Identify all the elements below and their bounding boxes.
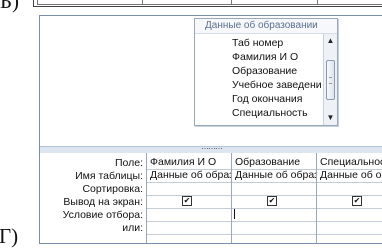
query-grid: Поле: Имя таблицы: Сортировка: Вывод на … xyxy=(40,153,382,243)
sort-cell[interactable] xyxy=(147,182,232,196)
or-cell[interactable] xyxy=(317,221,382,235)
option-letter-g: Г) xyxy=(0,224,19,248)
row-label-criteria: Условие отбора: xyxy=(62,209,143,221)
field-cell-value: Образование xyxy=(235,156,301,168)
sort-cell[interactable] xyxy=(317,182,382,196)
show-cell: ✔ xyxy=(317,195,382,209)
field-item[interactable]: Фамилия И О xyxy=(232,51,298,64)
table-cell-value: Данные об образовании xyxy=(320,169,382,181)
table-box-title[interactable]: Данные об образовании xyxy=(195,19,337,34)
show-checkbox[interactable]: ✔ xyxy=(352,196,362,206)
field-cell-value: Специальность xyxy=(320,156,382,168)
row-label-sort: Сортировка: xyxy=(82,183,143,195)
field-item[interactable]: Специальность xyxy=(232,107,308,120)
table-cell[interactable]: Данные об образовании xyxy=(147,169,232,183)
grid-column: Фамилия И О Данные об образовании ✔ xyxy=(146,153,232,243)
row-label-table: Имя таблицы: xyxy=(75,170,143,182)
show-cell: ✔ xyxy=(232,195,317,209)
table-cell[interactable]: Данные об образовании xyxy=(232,169,317,183)
scroll-up-icon[interactable]: ▲ xyxy=(325,36,336,46)
or-cell[interactable] xyxy=(232,221,317,235)
table-column-divider xyxy=(317,0,318,4)
row-label-show: Вывод на экран: xyxy=(63,196,143,208)
field-item[interactable]: Таб номер xyxy=(232,37,283,50)
field-list: Таб номер Фамилия И О Образование Учебно… xyxy=(195,34,321,125)
query-designer: Данные об образовании Таб номер Фамилия … xyxy=(39,15,382,244)
show-checkbox[interactable]: ✔ xyxy=(182,196,192,206)
field-list-scrollbar[interactable]: ▲ ▼ xyxy=(323,34,337,125)
table-box-data-about-education[interactable]: Данные об образовании Таб номер Фамилия … xyxy=(194,18,338,126)
criteria-cell[interactable] xyxy=(317,208,382,222)
table-cell-value: Данные об образовании xyxy=(150,169,232,181)
field-item[interactable]: Учебное заведение xyxy=(232,79,321,92)
row-label-field: Поле: xyxy=(114,157,143,169)
criteria-cell[interactable] xyxy=(232,208,317,222)
scroll-down-icon[interactable]: ▼ xyxy=(325,113,336,123)
table-frame xyxy=(37,0,382,5)
field-cell-value: Фамилия И О xyxy=(150,156,217,168)
option-letter-b: Б) xyxy=(0,0,20,13)
field-cell[interactable]: Специальность xyxy=(317,156,382,170)
field-cell[interactable]: Фамилия И О xyxy=(147,156,232,170)
splitter-grip-icon[interactable]: ⋯⋯⋯ xyxy=(201,144,223,153)
table-cell[interactable]: Данные об образовании xyxy=(317,169,382,183)
field-item[interactable]: Образование xyxy=(232,65,297,78)
grid-column: Образование Данные об образовании ✔ xyxy=(231,153,317,243)
table-pane: Данные об образовании Таб номер Фамилия … xyxy=(40,16,382,146)
table-cell-value: Данные об образовании xyxy=(235,169,317,181)
sort-cell[interactable] xyxy=(232,182,317,196)
field-cell[interactable]: Образование xyxy=(232,156,317,170)
previous-table-fragment xyxy=(33,0,382,7)
grid-column: Специальность Данные об образовании ✔ xyxy=(316,153,382,243)
table-column-divider xyxy=(231,0,232,4)
or-cell[interactable] xyxy=(147,221,232,235)
show-cell: ✔ xyxy=(147,195,232,209)
show-checkbox[interactable]: ✔ xyxy=(267,196,277,206)
table-column-divider xyxy=(142,0,143,4)
criteria-cell[interactable] xyxy=(147,208,232,222)
scroll-thumb[interactable] xyxy=(326,60,335,100)
row-label-or: или: xyxy=(122,222,143,234)
field-item[interactable]: Год окончания xyxy=(232,93,303,106)
text-caret xyxy=(234,209,235,219)
